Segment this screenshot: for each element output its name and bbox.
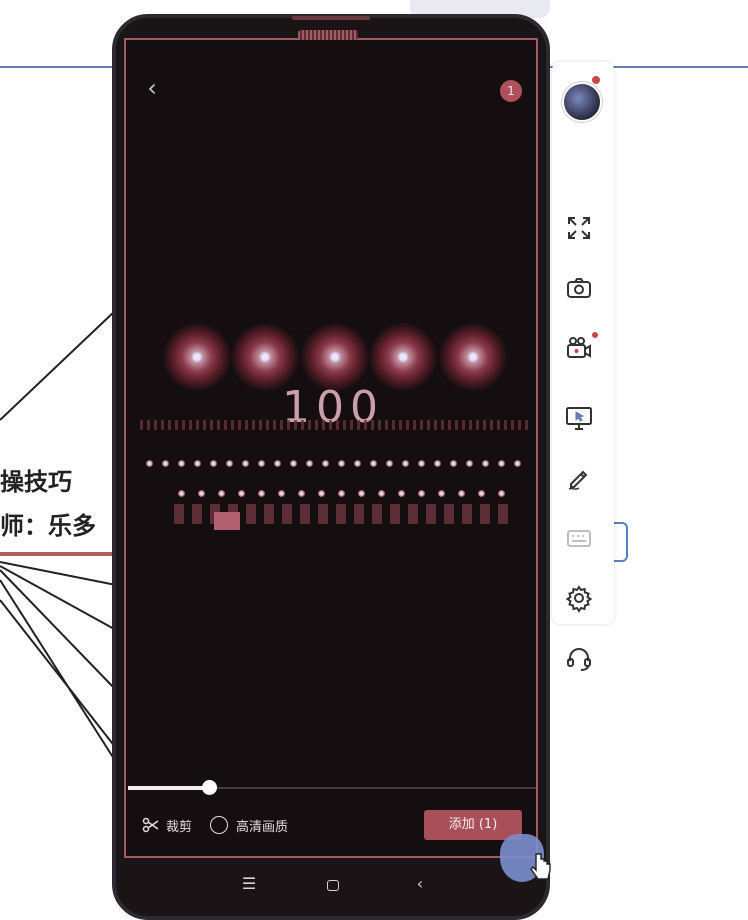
scissors-icon <box>142 817 159 833</box>
spark <box>386 460 393 467</box>
phone-speaker <box>298 30 358 40</box>
share-alert-dot <box>592 332 598 338</box>
photo-preview-screen <box>124 38 538 858</box>
screen: 操技巧 师：乐多 ‹ 1 100 裁剪 高清画质 添加 (1) ☰ ‹ <box>0 0 748 920</box>
spark <box>194 460 201 467</box>
settings-button[interactable] <box>552 578 606 618</box>
spark <box>458 490 465 497</box>
spark <box>162 460 169 467</box>
keyboard-icon <box>567 530 591 547</box>
nav-back-button[interactable]: ‹ <box>408 874 432 896</box>
spark <box>278 490 285 497</box>
spark <box>178 490 185 497</box>
spark <box>482 460 489 467</box>
spark <box>498 490 505 497</box>
hd-radio[interactable] <box>210 816 228 834</box>
spark <box>318 490 325 497</box>
firework <box>162 322 232 392</box>
nav-home-button[interactable] <box>327 880 339 891</box>
spark <box>418 490 425 497</box>
spark <box>338 490 345 497</box>
slide-title-line2: 师：乐多 <box>0 512 96 540</box>
screenshot-button[interactable] <box>552 268 606 308</box>
spark <box>438 490 445 497</box>
headset-icon <box>567 648 591 671</box>
monitor-cursor-icon <box>566 407 592 430</box>
spark <box>402 460 409 467</box>
spark <box>226 460 233 467</box>
annotate-button[interactable] <box>552 458 606 498</box>
phone-camera <box>292 16 370 20</box>
keyboard-button[interactable] <box>552 518 606 558</box>
spark <box>290 460 297 467</box>
spark <box>274 460 281 467</box>
crop-label: 裁剪 <box>166 819 193 835</box>
firework <box>438 322 508 392</box>
slide-title-line1: 操技巧 <box>0 468 72 496</box>
spark <box>258 490 265 497</box>
spark <box>370 460 377 467</box>
spark <box>258 460 265 467</box>
photo-grass-row <box>140 420 530 430</box>
spark <box>298 490 305 497</box>
spark <box>218 490 225 497</box>
nav-menu-button[interactable]: ☰ <box>237 874 261 896</box>
spark <box>378 490 385 497</box>
screen-share-button[interactable] <box>552 398 606 438</box>
selected-count-badge[interactable]: 1 <box>500 80 522 102</box>
spark <box>178 460 185 467</box>
hd-label: 高清画质 <box>236 819 289 835</box>
gear-icon <box>565 585 593 613</box>
fullscreen-button[interactable] <box>552 208 606 248</box>
spark <box>498 460 505 467</box>
spark <box>242 460 249 467</box>
hd-quality-toggle[interactable]: 高清画质 <box>210 814 288 836</box>
spark <box>466 460 473 467</box>
progress-thumb[interactable] <box>202 780 217 795</box>
spark <box>358 490 365 497</box>
pen-icon <box>568 470 588 490</box>
spark <box>338 460 345 467</box>
camera-icon <box>567 278 591 298</box>
video-camera-icon <box>567 337 591 358</box>
spark <box>418 460 425 467</box>
spark <box>322 460 329 467</box>
expand-icon <box>568 217 590 239</box>
spark <box>238 490 245 497</box>
spark <box>434 460 441 467</box>
spark <box>354 460 361 467</box>
spark <box>198 490 205 497</box>
slide-title-underline <box>0 552 120 556</box>
user-avatar[interactable] <box>562 82 602 122</box>
hand-cursor-icon <box>530 853 551 880</box>
crop-button[interactable]: 裁剪 <box>142 814 192 836</box>
spark <box>146 460 153 467</box>
support-button[interactable] <box>552 638 606 678</box>
notification-dot <box>592 76 600 84</box>
spark <box>398 490 405 497</box>
spark <box>306 460 313 467</box>
back-button[interactable]: ‹ <box>140 76 164 100</box>
spark <box>210 460 217 467</box>
spark <box>478 490 485 497</box>
progress-fill <box>128 786 210 790</box>
floating-toolbar <box>552 62 614 671</box>
spark <box>450 460 457 467</box>
spark <box>514 460 521 467</box>
photo-block <box>214 512 240 530</box>
add-button[interactable]: 添加 (1) <box>424 810 522 840</box>
